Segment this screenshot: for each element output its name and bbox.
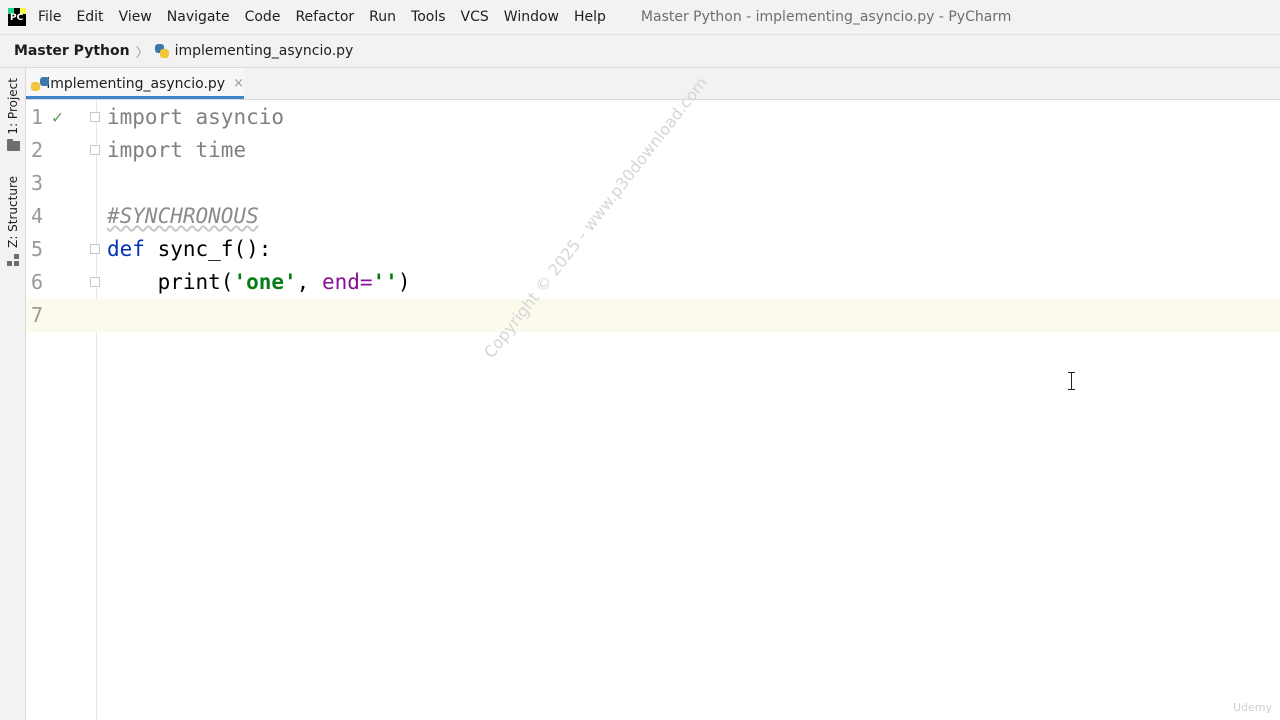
code-line-5[interactable]: 5 def sync_f(): xyxy=(26,233,1280,266)
python-file-icon xyxy=(154,44,169,58)
keyword: import xyxy=(107,138,183,162)
closing-paren: ) xyxy=(397,270,411,294)
separator: , xyxy=(296,270,322,294)
menu-refactor[interactable]: Refactor xyxy=(295,9,354,25)
module-name: asyncio xyxy=(195,105,285,129)
structure-tool-tab[interactable]: Z: Structure xyxy=(2,176,24,266)
menu-view[interactable]: View xyxy=(119,9,152,25)
breadcrumb-separator-icon: 〉 xyxy=(135,45,149,61)
fold-marker-icon[interactable] xyxy=(90,145,100,155)
fold-marker-icon[interactable] xyxy=(90,112,100,122)
project-tool-tab[interactable]: 1: Project xyxy=(2,78,24,151)
text-cursor-icon xyxy=(1068,372,1076,390)
code-line-4[interactable]: 4 #SYNCHRONOUS xyxy=(26,200,1280,233)
code-line-3[interactable]: 3 xyxy=(26,167,1280,200)
module-name: time xyxy=(195,138,247,162)
menu-file[interactable]: File xyxy=(38,9,61,25)
line-number: 6 xyxy=(31,270,44,294)
fold-marker-icon[interactable] xyxy=(90,277,100,287)
menu-bar: PC File Edit View Navigate Code Refactor… xyxy=(0,0,1280,34)
breadcrumb-project[interactable]: Master Python xyxy=(14,43,130,59)
menu-window[interactable]: Window xyxy=(504,9,559,25)
line-number: 3 xyxy=(31,171,44,195)
editor-tab-bar: implementing_asyncio.py × xyxy=(26,68,1280,100)
menu-edit[interactable]: Edit xyxy=(76,9,103,25)
comment: #SYNCHRONOUS xyxy=(107,204,259,228)
udemy-watermark: Udemy xyxy=(1232,701,1272,714)
menu-run[interactable]: Run xyxy=(369,9,396,25)
active-tab-indicator xyxy=(26,96,244,99)
code-line-7-current[interactable]: 7 xyxy=(26,299,1280,332)
line-number: 7 xyxy=(31,303,44,327)
function-signature: sync_f(): xyxy=(157,237,272,261)
code-editor[interactable]: 1 ✓ import asyncio 2 import time 3 4 #SY… xyxy=(26,100,1280,720)
menu-help[interactable]: Help xyxy=(574,9,606,25)
line-number: 4 xyxy=(31,204,44,228)
structure-icon xyxy=(7,254,19,266)
pycharm-logo-icon: PC xyxy=(8,8,26,26)
project-tool-label: 1: Project xyxy=(6,78,20,135)
line-number: 5 xyxy=(31,237,44,261)
builtin-call: print( xyxy=(157,270,234,294)
folder-icon xyxy=(6,138,20,151)
tab-label: implementing_asyncio.py xyxy=(46,75,226,92)
keyword: def xyxy=(107,237,145,261)
window-title: Master Python - implementing_asyncio.py … xyxy=(640,9,1012,25)
breadcrumb-file[interactable]: implementing_asyncio.py xyxy=(175,43,354,59)
menu-vcs[interactable]: VCS xyxy=(461,9,489,25)
fold-marker-icon[interactable] xyxy=(90,244,100,254)
inspection-ok-icon[interactable]: ✓ xyxy=(52,101,63,134)
breadcrumb: Master Python 〉 implementing_asyncio.py xyxy=(0,34,1280,68)
structure-tool-label: Z: Structure xyxy=(6,176,20,248)
keyword-argument: end= xyxy=(321,270,373,294)
menu-code[interactable]: Code xyxy=(245,9,281,25)
keyword: import xyxy=(107,105,183,129)
string-literal: '' xyxy=(372,270,398,294)
close-icon[interactable]: × xyxy=(233,76,244,91)
menu-tools[interactable]: Tools xyxy=(411,9,446,25)
code-line-6[interactable]: 6 print('one', end='') xyxy=(26,266,1280,299)
line-number: 2 xyxy=(31,138,44,162)
tab-implementing-asyncio[interactable]: implementing_asyncio.py × xyxy=(26,68,244,99)
string-literal: 'one' xyxy=(233,270,297,294)
menu-navigate[interactable]: Navigate xyxy=(167,9,230,25)
tool-window-strip: 1: Project Z: Structure xyxy=(0,68,26,720)
